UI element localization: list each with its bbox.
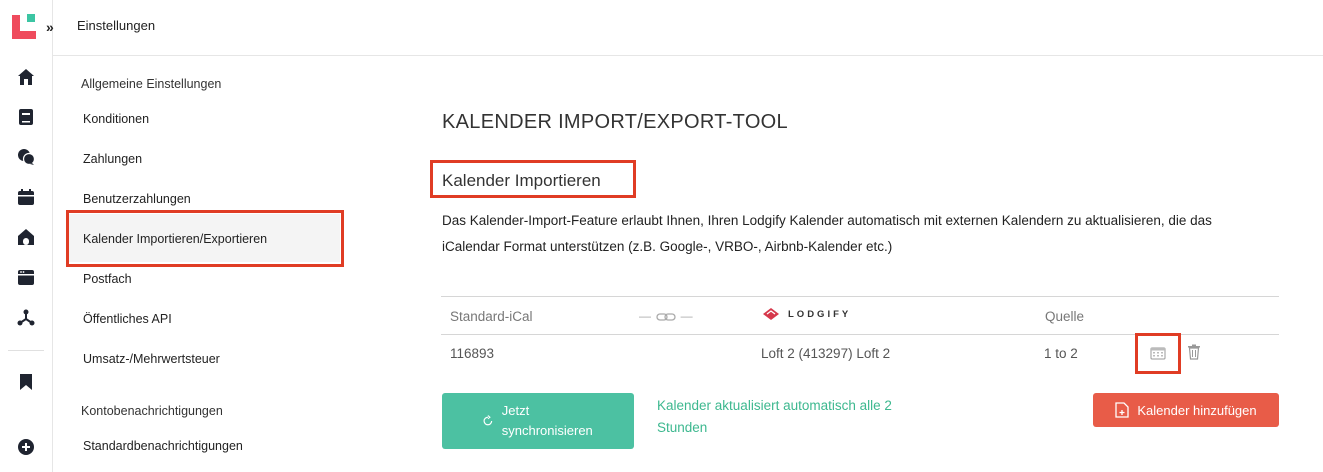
- book-icon[interactable]: [16, 107, 36, 127]
- lodgify-diamond-icon: [763, 308, 779, 320]
- nav-group-general: Allgemeine Einstellungen: [81, 77, 222, 91]
- link-icon: — —: [639, 309, 694, 323]
- nav-item-postfach[interactable]: Postfach: [83, 272, 132, 286]
- trash-icon[interactable]: [1187, 344, 1201, 365]
- bookmark-icon[interactable]: [16, 372, 36, 392]
- page-title: KALENDER IMPORT/EXPORT-TOOL: [442, 111, 788, 133]
- table-header-row: Standard-iCal — — LODGIFY Quelle: [441, 296, 1279, 335]
- house-icon[interactable]: [16, 227, 36, 247]
- calendar-settings-icon[interactable]: [1150, 346, 1166, 365]
- home-icon[interactable]: [16, 67, 36, 87]
- sync-now-button[interactable]: Jetzt synchronisieren: [442, 393, 634, 449]
- icon-rail: [0, 0, 53, 472]
- nav-item-kalender-import-export[interactable]: Kalender Importieren/Exportieren: [83, 232, 267, 246]
- sync-note: Kalender aktualisiert automatisch alle 2…: [657, 398, 892, 435]
- lodgify-wordmark: LODGIFY: [788, 308, 852, 320]
- section-title: Kalender Importieren: [442, 171, 601, 190]
- add-calendar-label: Kalender hinzufügen: [1137, 402, 1257, 418]
- cell-ical-id: 116893: [450, 346, 495, 361]
- add-calendar-button[interactable]: Kalender hinzufügen: [1093, 393, 1279, 427]
- nav-group-notifications: Kontobenachrichtigungen: [81, 404, 223, 418]
- refresh-icon: [483, 415, 493, 426]
- calendar-icon[interactable]: [16, 187, 36, 207]
- add-calendar-icon: [1115, 402, 1130, 418]
- table-row: 116893 Loft 2 (413297) Loft 2 1 to 2: [441, 335, 1279, 373]
- header-standard-ical: Standard-iCal: [450, 309, 533, 324]
- network-icon[interactable]: [16, 307, 36, 327]
- nav-item-tax[interactable]: Umsatz-/Mehrwertsteuer: [83, 352, 220, 366]
- sync-now-label: Jetzt synchronisieren: [501, 403, 593, 438]
- cell-source: 1 to 2: [1044, 346, 1078, 361]
- page-breadcrumb-title: Einstellungen: [77, 18, 156, 33]
- nav-item-standard-notifications[interactable]: Standardbenachrichtigungen: [83, 439, 243, 453]
- rail-divider: [8, 350, 44, 351]
- chat-icon[interactable]: [16, 147, 36, 167]
- expand-sidebar-icon[interactable]: »: [46, 18, 64, 36]
- lodgify-brand: LODGIFY: [762, 307, 851, 321]
- plus-circle-icon[interactable]: [16, 437, 36, 457]
- browser-icon[interactable]: [16, 267, 36, 287]
- top-bar: [53, 0, 1323, 56]
- nav-item-zahlungen[interactable]: Zahlungen: [83, 152, 142, 166]
- lodgify-logo-icon[interactable]: [12, 13, 38, 39]
- header-source: Quelle: [1045, 309, 1085, 324]
- nav-item-public-api[interactable]: Öffentliches API: [83, 312, 172, 326]
- nav-item-benutzerzahlungen[interactable]: Benutzerzahlungen: [83, 192, 191, 206]
- cell-property: Loft 2 (413297) Loft 2: [761, 346, 891, 361]
- nav-item-konditionen[interactable]: Konditionen: [83, 112, 149, 126]
- section-description: Das Kalender-Import-Feature erlaubt Ihne…: [442, 213, 1212, 254]
